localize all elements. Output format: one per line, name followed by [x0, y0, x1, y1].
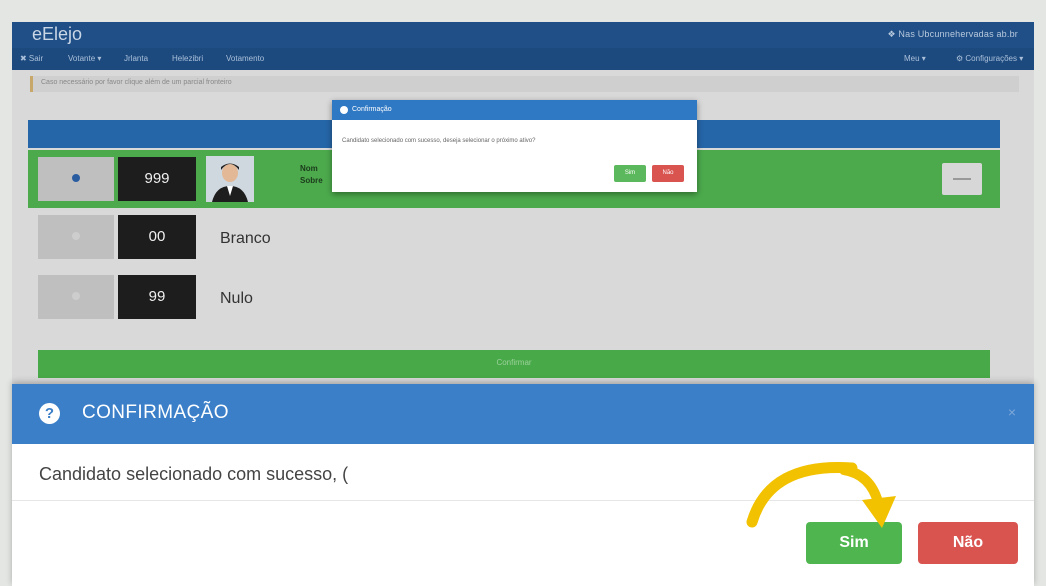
branco-label: Branco	[220, 230, 271, 247]
question-circle-icon	[340, 106, 348, 114]
radio-unchecked-icon	[72, 232, 80, 240]
close-icon[interactable]: ×	[1008, 404, 1016, 420]
yes-button[interactable]: Sim	[614, 165, 646, 182]
no-button[interactable]: Não	[652, 165, 684, 182]
candidate-name-label: Nom	[300, 164, 318, 173]
yes-button[interactable]: Sim	[806, 522, 902, 564]
info-alert: Caso necessário por favor clique além de…	[30, 76, 1019, 92]
candidate-number: 999	[118, 157, 196, 201]
candidate-party-label: Sobre	[300, 176, 323, 185]
info-alert-text: Caso necessário por favor clique além de…	[41, 79, 232, 86]
candidate-photo	[206, 156, 254, 202]
menu-item-meu[interactable]: Meu ▾	[904, 54, 926, 63]
menu-item-votante[interactable]: Votante ▾	[68, 54, 101, 63]
nulo-number: 99	[118, 275, 196, 319]
candidate-details-button[interactable]	[942, 163, 982, 195]
radio-checked-icon	[72, 174, 80, 182]
confirmation-dialog-small: Confirmação Candidato selecionado com su…	[332, 100, 697, 192]
confirm-vote-label: Confirmar	[496, 358, 532, 367]
no-button[interactable]: Não	[918, 522, 1018, 564]
top-navbar: eElejo ❖ Nas Ubcunnehervadas ab.br	[12, 22, 1034, 48]
question-circle-icon: ?	[39, 403, 60, 424]
menu-item-helezibri[interactable]: Helezibri	[172, 54, 203, 63]
candidate-avatar-icon	[206, 156, 254, 202]
radio-unchecked-icon	[72, 292, 80, 300]
nulo-label: Nulo	[220, 290, 253, 307]
menu-item-configuracoes[interactable]: ⚙ Configurações ▾	[956, 54, 1023, 63]
nulo-radio[interactable]	[38, 275, 114, 319]
dialog-header: Confirmação	[332, 100, 697, 120]
branco-number: 00	[118, 215, 196, 259]
dialog-title: CONFIRMAÇÃO	[82, 402, 229, 423]
menu-item-sair[interactable]: ✖ Sair	[20, 54, 43, 63]
dialog-divider	[12, 500, 1034, 501]
dialog-header: ? CONFIRMAÇÃO ×	[12, 384, 1034, 444]
branco-radio[interactable]	[38, 215, 114, 259]
app-logo[interactable]: eElejo	[32, 24, 82, 45]
dialog-message: Candidato selecionado com sucesso, (	[39, 464, 349, 484]
dialog-title: Confirmação	[352, 106, 392, 113]
menu-bar: ✖ Sair Votante ▾ Jrlanta Helezibri Votam…	[12, 48, 1034, 70]
user-link[interactable]: ❖ Nas Ubcunnehervadas ab.br	[887, 29, 1018, 40]
select-radio[interactable]	[38, 157, 114, 201]
confirmation-dialog-zoomed: ? CONFIRMAÇÃO × Candidato selecionado co…	[12, 384, 1034, 586]
dialog-message: Candidato selecionado com sucesso, desej…	[342, 138, 536, 144]
menu-item-votamento[interactable]: Votamento	[226, 54, 264, 63]
menu-item-jrlanta[interactable]: Jrlanta	[124, 54, 148, 63]
confirm-vote-button[interactable]: Confirmar	[38, 350, 990, 378]
